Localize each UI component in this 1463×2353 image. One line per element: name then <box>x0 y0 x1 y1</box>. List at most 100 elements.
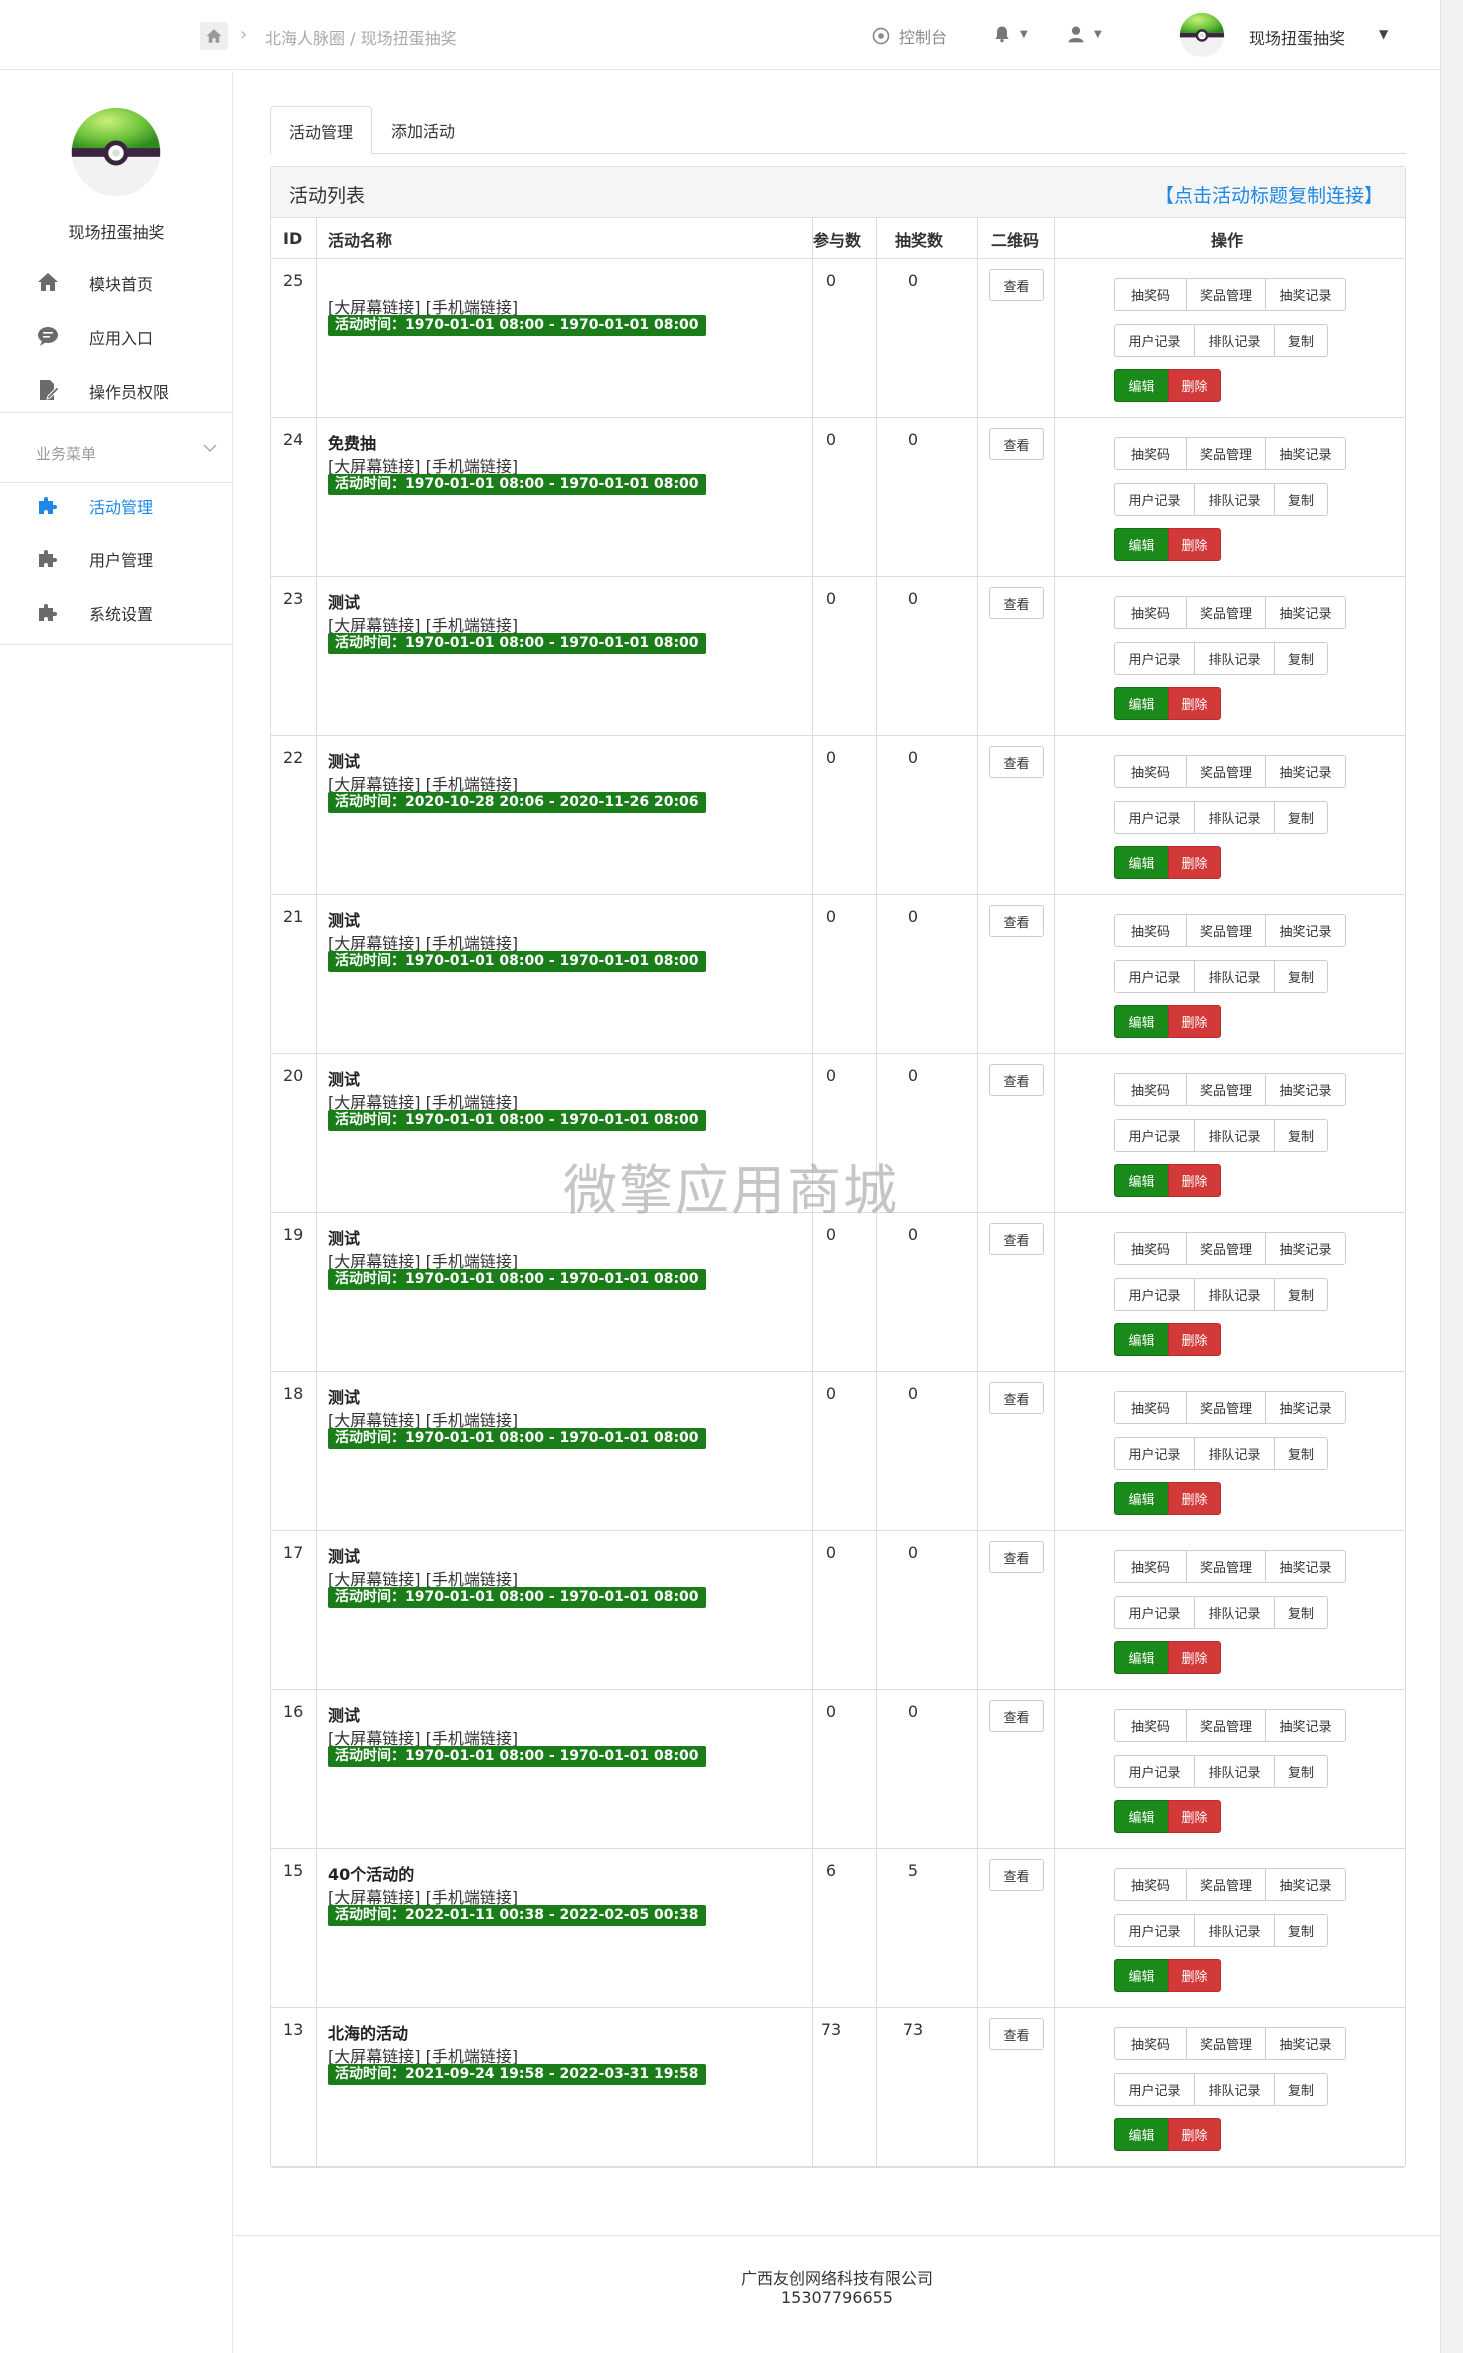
draw-records-button[interactable]: 抽奖记录 <box>1265 596 1346 629</box>
delete-button[interactable]: 删除 <box>1168 1164 1221 1197</box>
queue-records-button[interactable]: 排队记录 <box>1194 1596 1275 1629</box>
prize-management-button[interactable]: 奖品管理 <box>1186 596 1266 629</box>
user-records-button[interactable]: 用户记录 <box>1114 642 1195 675</box>
view-qrcode-button[interactable]: 查看 <box>989 1700 1044 1732</box>
user-menu-button[interactable]: ▼ <box>1066 24 1102 44</box>
lottery-code-button[interactable]: 抽奖码 <box>1114 755 1187 788</box>
prize-management-button[interactable]: 奖品管理 <box>1186 437 1266 470</box>
sidebar-item-operator-permissions[interactable]: 操作员权限 <box>0 362 233 416</box>
lottery-code-button[interactable]: 抽奖码 <box>1114 1550 1187 1583</box>
tab-activity-management[interactable]: 活动管理 <box>270 106 372 155</box>
draw-records-button[interactable]: 抽奖记录 <box>1265 2027 1346 2060</box>
activity-title[interactable]: 40个活动的 <box>328 1861 414 1885</box>
lottery-code-button[interactable]: 抽奖码 <box>1114 596 1187 629</box>
home-button[interactable] <box>200 22 228 50</box>
lottery-code-button[interactable]: 抽奖码 <box>1114 437 1187 470</box>
edit-button[interactable]: 编辑 <box>1114 1482 1169 1515</box>
view-qrcode-button[interactable]: 查看 <box>989 1859 1044 1891</box>
queue-records-button[interactable]: 排队记录 <box>1194 1755 1275 1788</box>
draw-records-button[interactable]: 抽奖记录 <box>1265 1868 1346 1901</box>
delete-button[interactable]: 删除 <box>1168 1323 1221 1356</box>
copy-button[interactable]: 复制 <box>1274 483 1328 516</box>
copy-button[interactable]: 复制 <box>1274 1119 1328 1152</box>
activity-title[interactable]: 免费抽 <box>328 430 376 454</box>
user-records-button[interactable]: 用户记录 <box>1114 1437 1195 1470</box>
edit-button[interactable]: 编辑 <box>1114 687 1169 720</box>
user-records-button[interactable]: 用户记录 <box>1114 1278 1195 1311</box>
view-qrcode-button[interactable]: 查看 <box>989 1541 1044 1573</box>
activity-title[interactable]: 测试 <box>328 589 360 613</box>
view-qrcode-button[interactable]: 查看 <box>989 269 1044 301</box>
queue-records-button[interactable]: 排队记录 <box>1194 1914 1275 1947</box>
edit-button[interactable]: 编辑 <box>1114 528 1169 561</box>
view-qrcode-button[interactable]: 查看 <box>989 1064 1044 1096</box>
app-avatar[interactable] <box>1178 11 1226 59</box>
prize-management-button[interactable]: 奖品管理 <box>1186 1868 1266 1901</box>
lottery-code-button[interactable]: 抽奖码 <box>1114 1073 1187 1106</box>
edit-button[interactable]: 编辑 <box>1114 1164 1169 1197</box>
prize-management-button[interactable]: 奖品管理 <box>1186 1709 1266 1742</box>
draw-records-button[interactable]: 抽奖记录 <box>1265 278 1346 311</box>
copy-button[interactable]: 复制 <box>1274 1278 1328 1311</box>
copy-button[interactable]: 复制 <box>1274 1914 1328 1947</box>
lottery-code-button[interactable]: 抽奖码 <box>1114 1232 1187 1265</box>
user-records-button[interactable]: 用户记录 <box>1114 1596 1195 1629</box>
activity-title[interactable]: 测试 <box>328 748 360 772</box>
delete-button[interactable]: 删除 <box>1168 1800 1221 1833</box>
prize-management-button[interactable]: 奖品管理 <box>1186 1550 1266 1583</box>
view-qrcode-button[interactable]: 查看 <box>989 428 1044 460</box>
queue-records-button[interactable]: 排队记录 <box>1194 324 1275 357</box>
edit-button[interactable]: 编辑 <box>1114 1641 1169 1674</box>
sidebar-item-module-home[interactable]: 模块首页 <box>0 254 233 308</box>
view-qrcode-button[interactable]: 查看 <box>989 2018 1044 2050</box>
lottery-code-button[interactable]: 抽奖码 <box>1114 1391 1187 1424</box>
prize-management-button[interactable]: 奖品管理 <box>1186 1391 1266 1424</box>
queue-records-button[interactable]: 排队记录 <box>1194 1119 1275 1152</box>
sidebar-item-app-entry[interactable]: 应用入口 <box>0 308 233 362</box>
user-records-button[interactable]: 用户记录 <box>1114 1914 1195 1947</box>
activity-title[interactable]: 测试 <box>328 1066 360 1090</box>
delete-button[interactable]: 删除 <box>1168 2118 1221 2151</box>
breadcrumb[interactable]: 北海人脉圈 / 现场扭蛋抽奖 <box>265 25 457 49</box>
copy-button[interactable]: 复制 <box>1274 1596 1328 1629</box>
tab-add-activity[interactable]: 添加活动 <box>372 106 474 154</box>
view-qrcode-button[interactable]: 查看 <box>989 587 1044 619</box>
edit-button[interactable]: 编辑 <box>1114 369 1169 402</box>
chevron-down-icon[interactable] <box>202 440 218 456</box>
edit-button[interactable]: 编辑 <box>1114 2118 1169 2151</box>
caret-down-icon[interactable]: ▼ <box>1379 27 1388 41</box>
copy-button[interactable]: 复制 <box>1274 324 1328 357</box>
page-scrollbar[interactable] <box>1440 0 1463 2353</box>
user-records-button[interactable]: 用户记录 <box>1114 1119 1195 1152</box>
view-qrcode-button[interactable]: 查看 <box>989 1382 1044 1414</box>
copy-button[interactable]: 复制 <box>1274 801 1328 834</box>
user-records-button[interactable]: 用户记录 <box>1114 801 1195 834</box>
sidebar-item-user-management[interactable]: 用户管理 <box>0 530 233 584</box>
edit-button[interactable]: 编辑 <box>1114 1959 1169 1992</box>
user-records-button[interactable]: 用户记录 <box>1114 2073 1195 2106</box>
copy-button[interactable]: 复制 <box>1274 642 1328 675</box>
delete-button[interactable]: 删除 <box>1168 1005 1221 1038</box>
prize-management-button[interactable]: 奖品管理 <box>1186 2027 1266 2060</box>
header-app-name[interactable]: 现场扭蛋抽奖 <box>1249 25 1345 49</box>
draw-records-button[interactable]: 抽奖记录 <box>1265 914 1346 947</box>
queue-records-button[interactable]: 排队记录 <box>1194 801 1275 834</box>
activity-title[interactable]: 测试 <box>328 1543 360 1567</box>
queue-records-button[interactable]: 排队记录 <box>1194 2073 1275 2106</box>
delete-button[interactable]: 删除 <box>1168 528 1221 561</box>
lottery-code-button[interactable]: 抽奖码 <box>1114 278 1187 311</box>
copy-button[interactable]: 复制 <box>1274 960 1328 993</box>
prize-management-button[interactable]: 奖品管理 <box>1186 755 1266 788</box>
user-records-button[interactable]: 用户记录 <box>1114 483 1195 516</box>
queue-records-button[interactable]: 排队记录 <box>1194 642 1275 675</box>
delete-button[interactable]: 删除 <box>1168 1959 1221 1992</box>
console-link[interactable]: 控制台 <box>871 24 947 48</box>
activity-title[interactable]: 北海的活动 <box>328 2020 408 2044</box>
view-qrcode-button[interactable]: 查看 <box>989 905 1044 937</box>
delete-button[interactable]: 删除 <box>1168 687 1221 720</box>
delete-button[interactable]: 删除 <box>1168 1482 1221 1515</box>
draw-records-button[interactable]: 抽奖记录 <box>1265 1391 1346 1424</box>
activity-title[interactable]: 测试 <box>328 907 360 931</box>
view-qrcode-button[interactable]: 查看 <box>989 1223 1044 1255</box>
prize-management-button[interactable]: 奖品管理 <box>1186 1232 1266 1265</box>
